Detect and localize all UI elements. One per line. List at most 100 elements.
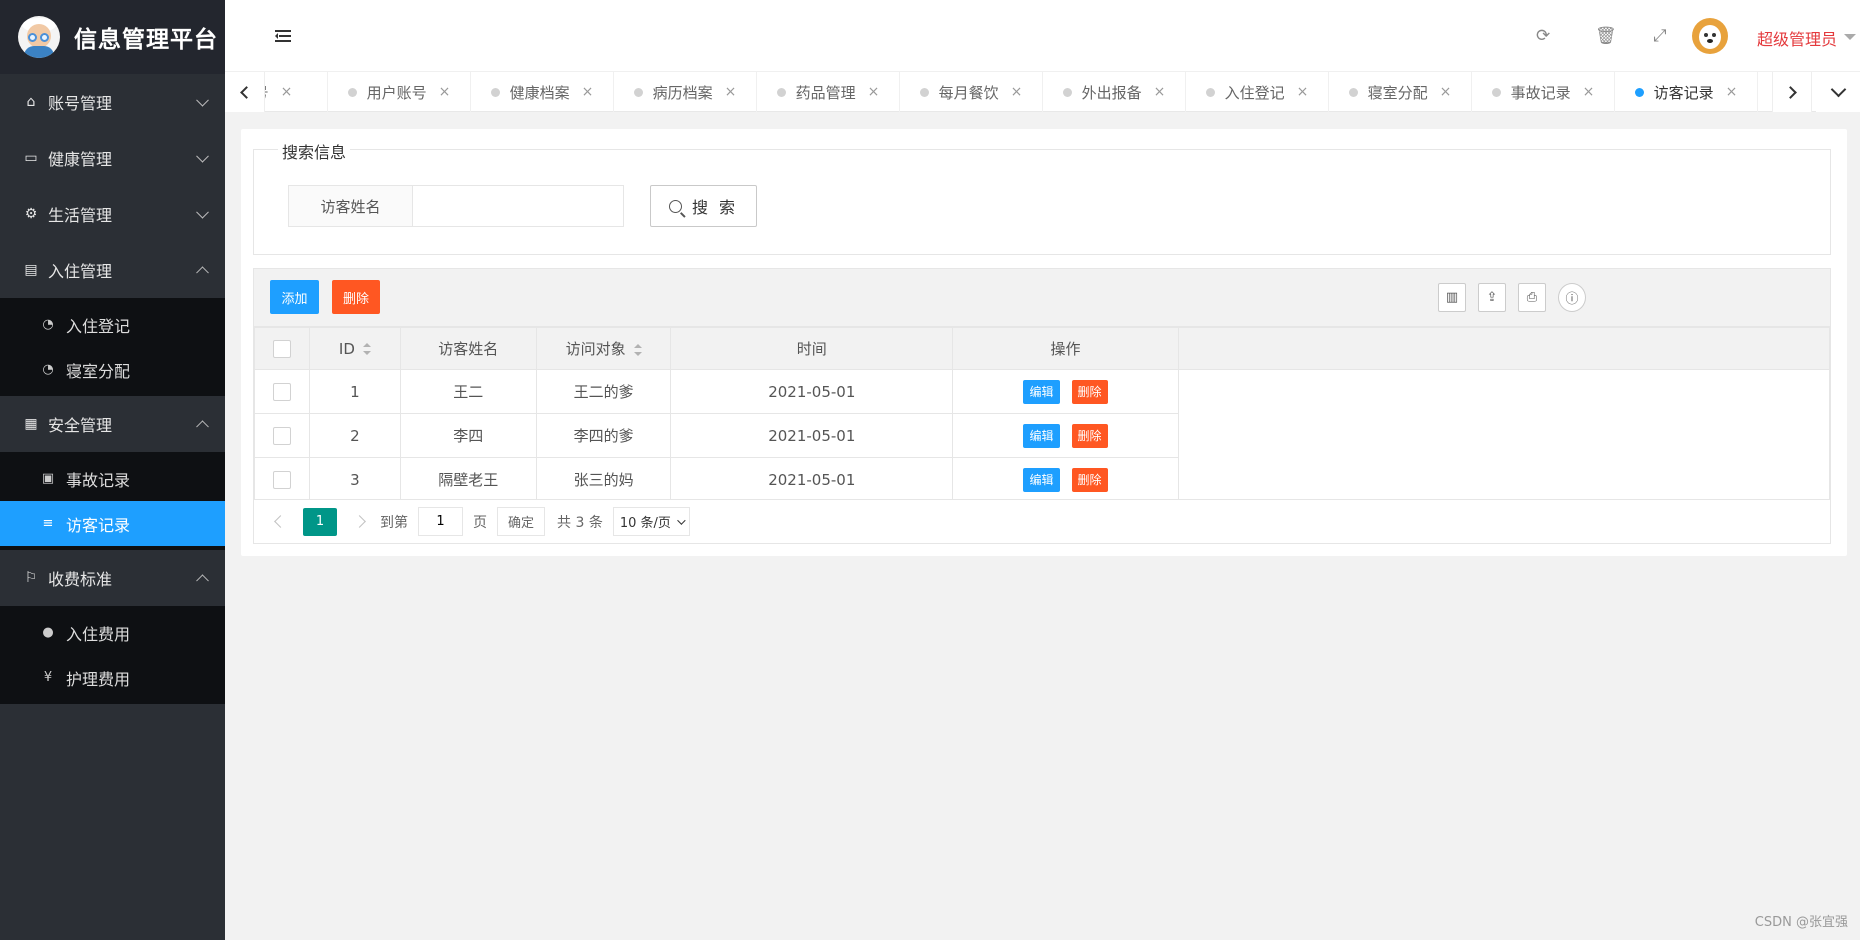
sort-icon[interactable] xyxy=(633,343,642,356)
menu-head-checkin[interactable]: ▤ 入住管理 xyxy=(0,242,225,298)
close-icon[interactable]: × xyxy=(582,84,594,100)
tab-medical-record[interactable]: 病历档案 × xyxy=(614,72,757,112)
goto-page-input[interactable] xyxy=(418,507,463,536)
col-header-id[interactable]: ID xyxy=(308,327,401,370)
close-icon[interactable]: × xyxy=(1297,84,1309,100)
tab-label: 用户账号 xyxy=(366,83,427,102)
tab-medicine[interactable]: 药品管理 × xyxy=(757,72,900,112)
col-header-label: 访问对象 xyxy=(565,340,626,358)
tab-checkin-register[interactable]: 入住登记 × xyxy=(1186,72,1329,112)
menu-head-account[interactable]: ⌂ 账号管理 xyxy=(0,74,225,130)
cell-id: 3 xyxy=(308,457,401,502)
sort-icon[interactable] xyxy=(362,343,371,355)
search-button[interactable]: 搜 索 xyxy=(650,185,757,227)
user-name[interactable]: 超级管理员 xyxy=(1757,26,1837,50)
columns-icon[interactable]: ▥ xyxy=(1438,283,1466,312)
cell-time: 2021-05-01 xyxy=(670,413,954,458)
row-checkbox[interactable] xyxy=(272,382,291,401)
col-header-name: 访客姓名 xyxy=(399,327,537,370)
tab-scroll-left-button[interactable] xyxy=(225,72,265,112)
visitor-name-input[interactable] xyxy=(412,185,624,227)
next-page-icon[interactable] xyxy=(353,515,366,528)
row-checkbox[interactable] xyxy=(272,470,291,489)
list-alt-icon: ▣ xyxy=(41,471,55,486)
cell-actions: 编辑 删除 xyxy=(952,413,1179,458)
sidebar-item-checkin-register[interactable]: ◔ 入住登记 xyxy=(0,302,225,347)
export-icon[interactable]: ⇪ xyxy=(1478,283,1506,312)
page-size-value: 10 条/页 xyxy=(619,516,671,531)
select-all-cell xyxy=(254,327,310,370)
tab-scroll-right-button[interactable] xyxy=(1772,72,1812,112)
sidebar-item-care-fee[interactable]: ¥ 护理费用 xyxy=(0,655,225,700)
menu-head-label: 健康管理 xyxy=(48,150,113,169)
table-toolbar: 添加 删除 ▥ ⇪ ⎙ ⓘ xyxy=(254,269,1830,327)
tab-dot-icon xyxy=(1491,87,1501,97)
goto-confirm-button[interactable]: 确定 xyxy=(497,507,546,536)
close-icon[interactable]: × xyxy=(1011,84,1023,100)
page-number-current[interactable]: 1 xyxy=(303,507,337,536)
menu-group-checkin: ▤ 入住管理 ◔ 入住登记 ◔ 寝室分配 xyxy=(0,242,225,396)
trash-icon[interactable]: 🗑 xyxy=(1595,26,1617,46)
data-table-container: 添加 删除 ▥ ⇪ ⎙ ⓘ ID 访客姓名 访问对象 时间 操作 1 王二 王二… xyxy=(253,268,1831,544)
select-all-checkbox[interactable] xyxy=(272,339,291,358)
tab-label: 外出报备 xyxy=(1081,83,1142,102)
tab-outing[interactable]: 外出报备 × xyxy=(1043,72,1186,112)
cell-target: 王二的爹 xyxy=(535,369,672,414)
cell-target: 李四的爹 xyxy=(535,413,672,458)
menu-head-label: 入住管理 xyxy=(48,262,113,281)
tab-visitor-log[interactable]: 访客记录 × xyxy=(1615,72,1758,112)
menu-head-security[interactable]: ▦ 安全管理 xyxy=(0,396,225,452)
edit-button[interactable]: 编辑 xyxy=(1023,379,1060,404)
sidebar-item-dorm-assign[interactable]: ◔ 寝室分配 xyxy=(0,347,225,392)
caret-down-icon[interactable] xyxy=(1844,34,1856,40)
info-icon[interactable]: ⓘ xyxy=(1558,283,1586,312)
menu-head-life[interactable]: ⚙ 生活管理 xyxy=(0,186,225,242)
tab-label: 每月餐饮 xyxy=(938,83,999,102)
sidebar-item-checkin-fee[interactable]: ● 入住费用 xyxy=(0,610,225,655)
tab-meals[interactable]: 每月餐饮 × xyxy=(900,72,1043,112)
chevron-up-icon xyxy=(196,420,209,434)
flag-icon: ⚐ xyxy=(24,570,38,586)
delete-button[interactable]: 删除 xyxy=(1071,379,1108,404)
tab-health-record[interactable]: 健康档案 × xyxy=(471,72,614,112)
logo[interactable]: 信息管理平台 xyxy=(0,0,225,74)
sidebar-item-accident-log[interactable]: ▣ 事故记录 xyxy=(0,456,225,501)
edit-button[interactable]: 编辑 xyxy=(1023,467,1060,492)
close-icon[interactable]: × xyxy=(868,84,880,100)
edit-button[interactable]: 编辑 xyxy=(1023,423,1060,448)
close-icon[interactable]: × xyxy=(439,84,451,100)
menu-head-health[interactable]: ▭ 健康管理 xyxy=(0,130,225,186)
close-icon[interactable]: × xyxy=(1726,84,1738,100)
chevron-down-icon xyxy=(196,149,209,163)
chevron-down-icon xyxy=(196,93,209,107)
close-icon[interactable]: × xyxy=(1440,84,1452,100)
delete-button[interactable]: 删除 xyxy=(1071,423,1108,448)
print-icon[interactable]: ⎙ xyxy=(1518,283,1546,312)
menu-group-security: ▦ 安全管理 ▣ 事故记录 ≡ 访客记录 xyxy=(0,396,225,550)
window-icon: ▭ xyxy=(24,150,38,166)
menu-toggle-icon[interactable] xyxy=(275,30,291,42)
fullscreen-icon[interactable]: ⤢ xyxy=(1653,26,1667,46)
prev-page-icon[interactable] xyxy=(274,515,287,528)
col-header-target[interactable]: 访问对象 xyxy=(535,327,672,370)
row-checkbox[interactable] xyxy=(272,426,291,445)
user-avatar[interactable] xyxy=(1692,18,1728,54)
menu-head-fees[interactable]: ⚐ 收费标准 xyxy=(0,550,225,606)
batch-delete-button[interactable]: 删除 xyxy=(332,280,380,314)
refresh-icon[interactable]: ⟳ xyxy=(1536,26,1550,46)
tab-user-account[interactable]: 用户账号 × xyxy=(328,72,471,112)
delete-button[interactable]: 删除 xyxy=(1071,467,1108,492)
tab-menu-button[interactable] xyxy=(1816,72,1860,112)
cell-time: 2021-05-01 xyxy=(670,457,954,502)
tab-account[interactable]: 账号 × xyxy=(265,72,328,112)
menu-group-life: ⚙ 生活管理 xyxy=(0,186,225,242)
tab-dorm-assign[interactable]: 寝室分配 × xyxy=(1329,72,1472,112)
sidebar-item-visitor-log[interactable]: ≡ 访客记录 xyxy=(0,501,225,546)
close-icon[interactable]: × xyxy=(281,84,293,100)
tab-accident-log[interactable]: 事故记录 × xyxy=(1472,72,1615,112)
page-size-select[interactable]: 10 条/页 xyxy=(612,507,690,536)
add-button[interactable]: 添加 xyxy=(270,280,319,314)
close-icon[interactable]: × xyxy=(1583,84,1595,100)
close-icon[interactable]: × xyxy=(1154,84,1166,100)
close-icon[interactable]: × xyxy=(725,84,737,100)
